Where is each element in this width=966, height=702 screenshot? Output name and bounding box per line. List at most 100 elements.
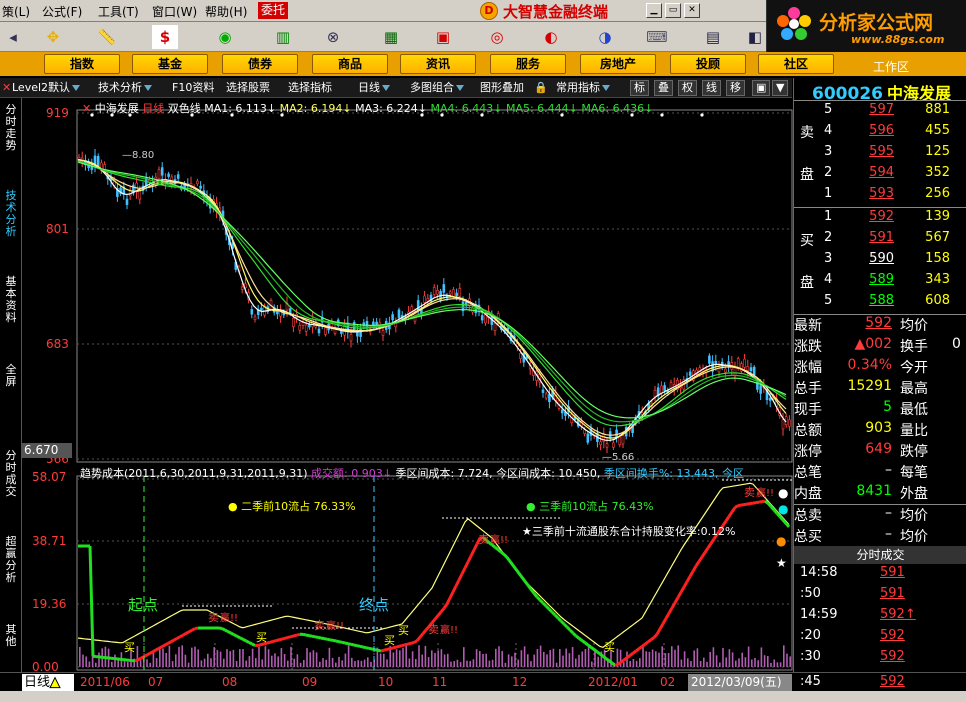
menu-trade[interactable]: 委托 [258,2,289,19]
indicator-name[interactable]: 趋势成本(2011,6,30,2011,9,31,2011,9,31) [80,467,308,480]
close-icon[interactable]: ✕ [684,3,700,18]
menu-help[interactable]: 帮助(H) [205,3,247,20]
volume-bar [443,654,446,667]
traffic-light-icon[interactable]: ◉ [212,25,238,49]
menu-formula[interactable]: 公式(F) [42,3,82,20]
buy-row[interactable]: 1 592 139 [794,209,966,230]
minimize-icon[interactable]: ▁ [646,3,662,18]
trend-thick-segment [590,646,595,651]
layout-icon[interactable]: ◧ [742,25,768,49]
category-realestate[interactable]: 房地产 [580,54,656,74]
swirl-icon[interactable]: ◐ [538,25,564,49]
box-icon[interactable]: ▣ [430,25,456,49]
volume-bar [776,662,779,667]
volume-bar [299,662,302,667]
category-fund[interactable]: 基金 [132,54,208,74]
trend-thick-segment [523,580,530,587]
stat-value2: 0 [952,336,961,352]
period-dropdown[interactable]: 日线 [358,80,400,96]
back-icon[interactable]: ◂ [0,25,26,49]
menu-tools[interactable]: 工具(T) [98,3,139,20]
trend-thick-segment [611,661,616,667]
lock-icon[interactable]: 🔒 [534,80,548,96]
f10-button[interactable]: F10资料 [172,80,214,96]
volume-bar [363,659,366,667]
sell-volume: 455 [925,123,950,138]
window-icon[interactable]: ▤ [700,25,726,49]
stat-value: 5 [883,399,892,415]
sell-row[interactable]: 1 593 256 [794,186,966,207]
category-service[interactable]: 服务 [490,54,566,74]
select-indicator-button[interactable]: 选择指标 [288,80,332,96]
sell-row[interactable]: 4 596 455 [794,123,966,144]
bottom-tab-strip[interactable] [0,691,966,702]
chart-area[interactable]: 买买买买买卖卖卖卖卖赢!! 赢!! 赢!! 赢!! 赢!! ✕ 中海发展 日线 双色线 … [22,98,793,674]
bars-icon[interactable]: ▥ [270,25,296,49]
buy-row[interactable]: 4 589 343 [794,272,966,293]
buy-row[interactable]: 2 591 567 [794,230,966,251]
stack-button[interactable]: 叠 [654,80,673,96]
volume-bar [408,658,411,667]
dollar-icon[interactable]: $ [152,25,178,49]
volume-bar [514,652,516,667]
ruler-icon[interactable]: 📏 [94,25,120,49]
category-news[interactable]: 资讯 [400,54,476,74]
keyboard-icon[interactable]: ⌨ [644,25,670,49]
menu-strategy[interactable]: 策(L) [2,3,30,20]
globe-icon[interactable]: ◑ [592,25,618,49]
category-commodity[interactable]: 商品 [312,54,388,74]
rights-button[interactable]: 权 [678,80,697,96]
workarea-label[interactable]: 工作区 [873,58,909,75]
ticks-title[interactable]: 分时成交 [794,546,966,564]
line-button[interactable]: 线 [702,80,721,96]
tab-other[interactable]: 其他 [3,624,19,648]
trend-thick-segment [673,596,680,604]
close-indicator-icon[interactable]: ✕ [82,102,91,115]
window-mode-icon[interactable]: ▣ [752,80,771,96]
volume-bar [239,649,241,667]
move-icon[interactable]: ✥ [40,25,66,49]
select-stock-button[interactable]: 选择股票 [226,80,270,96]
volume-bar [434,652,436,667]
tab-time-trend[interactable]: 分时走势 [3,104,19,152]
tab-basic-info[interactable]: 基本资料 [3,276,19,324]
category-index[interactable]: 指数 [44,54,120,74]
tab-win-analysis[interactable]: 超赢分析 [3,536,19,584]
target-icon[interactable]: ◎ [484,25,510,49]
brand-title: 大智慧金融终端 [503,2,609,21]
level2-dropdown[interactable]: Level2默认 [12,80,90,96]
binoculars-icon[interactable]: ⊗ [320,25,346,49]
tab-tech-analysis[interactable]: 技术分析 [3,190,19,238]
candle-body [154,176,158,185]
grid-icon[interactable]: ▦ [378,25,404,49]
move-button[interactable]: 移 [726,80,745,96]
chart-canvas[interactable]: 买买 买买买卖卖 卖卖卖赢!!赢!! 赢!!赢!!赢!! [22,98,793,672]
x-axis-label: 07 [148,675,164,689]
sell-row[interactable]: 5 597 881 [794,102,966,123]
trend-thick-segment [395,644,400,649]
techanalysis-dropdown[interactable]: 技术分析 [98,80,162,96]
buy-row[interactable]: 3 590 158 [794,251,966,272]
category-community[interactable]: 社区 [758,54,834,74]
buy-volume: 608 [925,293,950,308]
trend-thick-segment [737,503,742,508]
sell-row[interactable]: 3 595 125 [794,144,966,165]
candle-body [663,385,666,391]
category-bond[interactable]: 债券 [222,54,298,74]
close-chart-icon[interactable]: ✕ [2,80,11,96]
timeframe-selector[interactable]: 日线▲ [22,674,74,691]
restore-icon[interactable]: ▭ [665,3,681,18]
buy-volume: 567 [925,230,950,245]
category-advisor[interactable]: 投顾 [670,54,746,74]
tab-fullscreen[interactable]: 全屏 [3,364,19,388]
sell-row[interactable]: 2 594 352 [794,165,966,186]
mark-button[interactable]: 标 [630,80,649,96]
overlay-button[interactable]: 图形叠加 [480,80,524,96]
multigraph-dropdown[interactable]: 多图组合 [410,80,474,96]
dropdown-arrow-icon[interactable]: ▼ [772,80,789,96]
common-indicator-dropdown[interactable]: 常用指标 [556,80,620,96]
buy-row[interactable]: 5 588 608 [794,293,966,314]
menu-window[interactable]: 窗口(W) [152,3,197,20]
tab-time-deals[interactable]: 分时成交 [3,450,19,498]
volume-bar [95,662,97,667]
